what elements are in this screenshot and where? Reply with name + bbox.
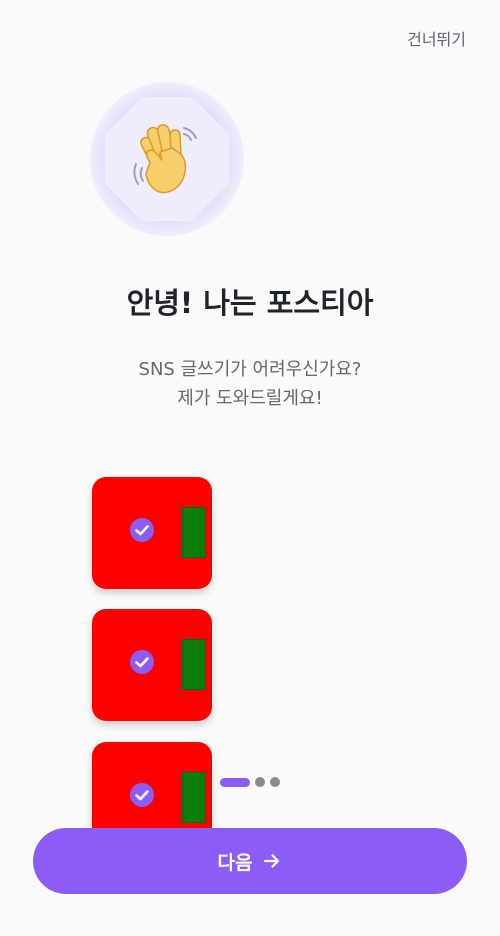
- card-color-block: [182, 507, 206, 558]
- subtitle-line-2: 제가 도와드릴게요!: [177, 388, 323, 409]
- feature-card-1: [92, 477, 212, 589]
- check-circle-icon: [130, 783, 154, 807]
- page-indicator-dot[interactable]: [255, 777, 265, 787]
- page-indicator-active[interactable]: [220, 777, 250, 787]
- waving-hand-icon: [133, 124, 197, 194]
- card-color-block: [182, 639, 206, 690]
- feature-card-2: [92, 609, 212, 721]
- page-indicator: [220, 777, 285, 787]
- arrow-right-icon: [264, 854, 280, 868]
- next-button[interactable]: 다음: [33, 828, 467, 894]
- check-circle-icon: [130, 518, 154, 542]
- skip-button[interactable]: 건너뛰기: [407, 26, 466, 50]
- page-subtitle: SNS 글쓰기가 어려우신가요? 제가 도와드릴게요!: [0, 355, 500, 413]
- onboarding-screen: 건너뛰기 안녕! 나는 포스티아 SNS 글쓰기가 어려우신가요? 제가 도와드…: [0, 0, 500, 936]
- page-title: 안녕! 나는 포스티아: [126, 286, 374, 320]
- feature-card-3: [92, 742, 212, 836]
- card-color-block: [182, 772, 206, 823]
- page-indicator-dot[interactable]: [270, 777, 280, 787]
- check-circle-icon: [130, 650, 154, 674]
- next-button-label: 다음: [217, 851, 253, 874]
- subtitle-line-1: SNS 글쓰기가 어려우신가요?: [138, 359, 362, 380]
